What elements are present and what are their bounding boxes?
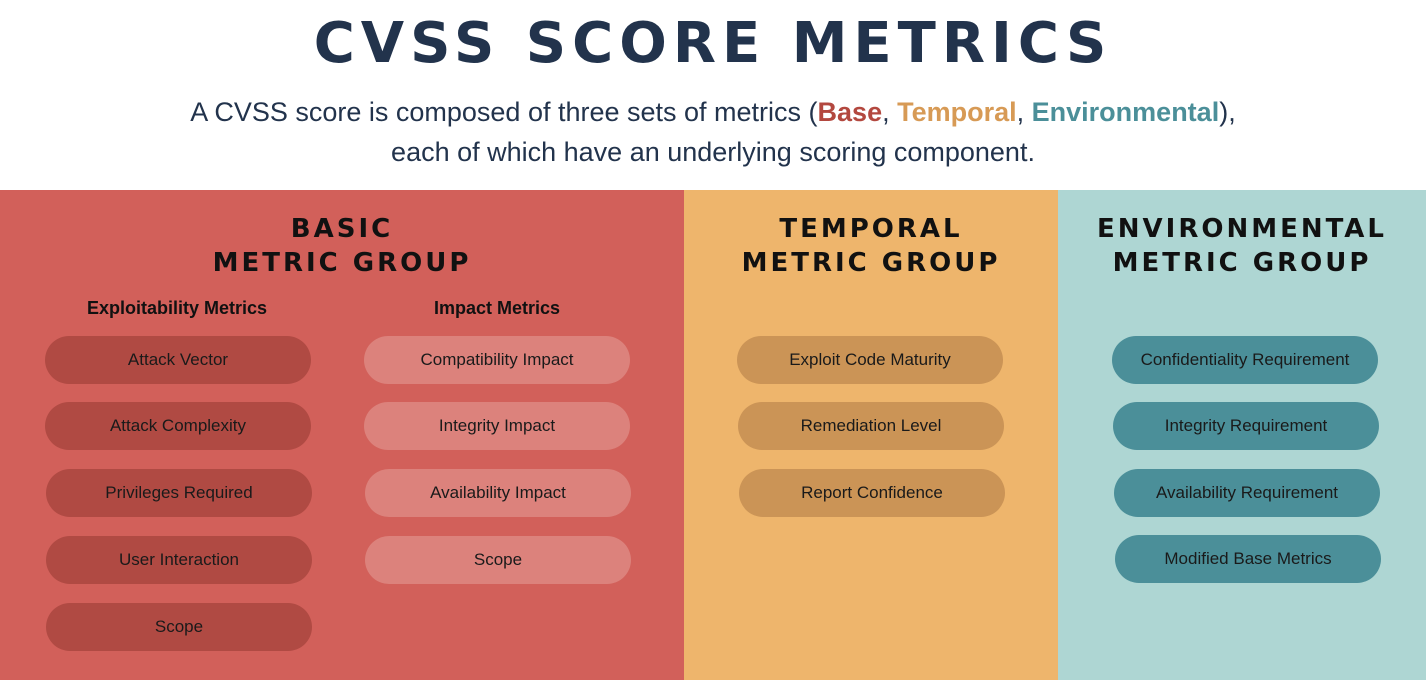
subtitle-base-highlight: Base (817, 97, 883, 127)
metric-exploit-code-maturity: Exploit Code Maturity (737, 336, 1003, 384)
base-group-title-line2: METRIC GROUP (212, 248, 472, 278)
environmental-group-title-line1: ENVIRONMENTAL (1097, 214, 1387, 244)
metric-report-confidence: Report Confidence (739, 469, 1005, 517)
temporal-metric-group-panel: TEMPORAL METRIC GROUP Exploit Code Matur… (684, 190, 1058, 680)
environmental-group-title: ENVIRONMENTAL METRIC GROUP (1058, 212, 1426, 280)
subtitle-line-2: each of which have an underlying scoring… (391, 137, 1035, 167)
subtitle-line-1: A CVSS score is composed of three sets o… (0, 92, 1426, 132)
metric-scope-impact: Scope (365, 536, 631, 584)
metric-user-interaction: User Interaction (46, 536, 312, 584)
subtitle-temporal-highlight: Temporal (897, 97, 1017, 127)
metric-availability-requirement: Availability Requirement (1114, 469, 1380, 517)
metric-modified-base-metrics: Modified Base Metrics (1115, 535, 1381, 583)
temporal-group-title-line2: METRIC GROUP (741, 248, 1001, 278)
base-metric-group-panel: BASIC METRIC GROUP Exploitability Metric… (0, 190, 684, 680)
base-group-title: BASIC METRIC GROUP (0, 212, 684, 280)
impact-metrics-heading: Impact Metrics (433, 298, 561, 318)
subtitle-separator: , (882, 97, 898, 127)
exploitability-metrics-heading: Exploitability Metrics (86, 298, 268, 318)
metric-remediation-level: Remediation Level (738, 402, 1004, 450)
metric-availability-impact: Availability Impact (365, 469, 631, 517)
base-group-title-line1: BASIC (290, 214, 394, 244)
metric-integrity-requirement: Integrity Requirement (1113, 402, 1379, 450)
metric-integrity-impact: Integrity Impact (364, 402, 630, 450)
subtitle-suffix: ), (1219, 97, 1236, 127)
environmental-metric-group-panel: ENVIRONMENTAL METRIC GROUP Confidentiali… (1058, 190, 1426, 680)
metric-compatibility-impact: Compatibility Impact (364, 336, 630, 384)
metric-confidentiality-requirement: Confidentiality Requirement (1112, 336, 1378, 384)
metric-attack-vector: Attack Vector (45, 336, 311, 384)
metric-privileges-required: Privileges Required (46, 469, 312, 517)
subtitle-environmental-highlight: Environmental (1031, 97, 1220, 127)
temporal-group-title: TEMPORAL METRIC GROUP (684, 212, 1058, 280)
metric-scope-exploitability: Scope (46, 603, 312, 651)
environmental-group-title-line2: METRIC GROUP (1112, 248, 1372, 278)
metric-attack-complexity: Attack Complexity (45, 402, 311, 450)
page-title: CVSS SCORE METRICS (313, 11, 1113, 76)
page-subtitle: A CVSS score is composed of three sets o… (0, 92, 1426, 172)
subtitle-separator: , (1016, 97, 1032, 127)
temporal-group-title-line1: TEMPORAL (779, 214, 963, 244)
subtitle-prefix: A CVSS score is composed of three sets o… (190, 97, 818, 127)
